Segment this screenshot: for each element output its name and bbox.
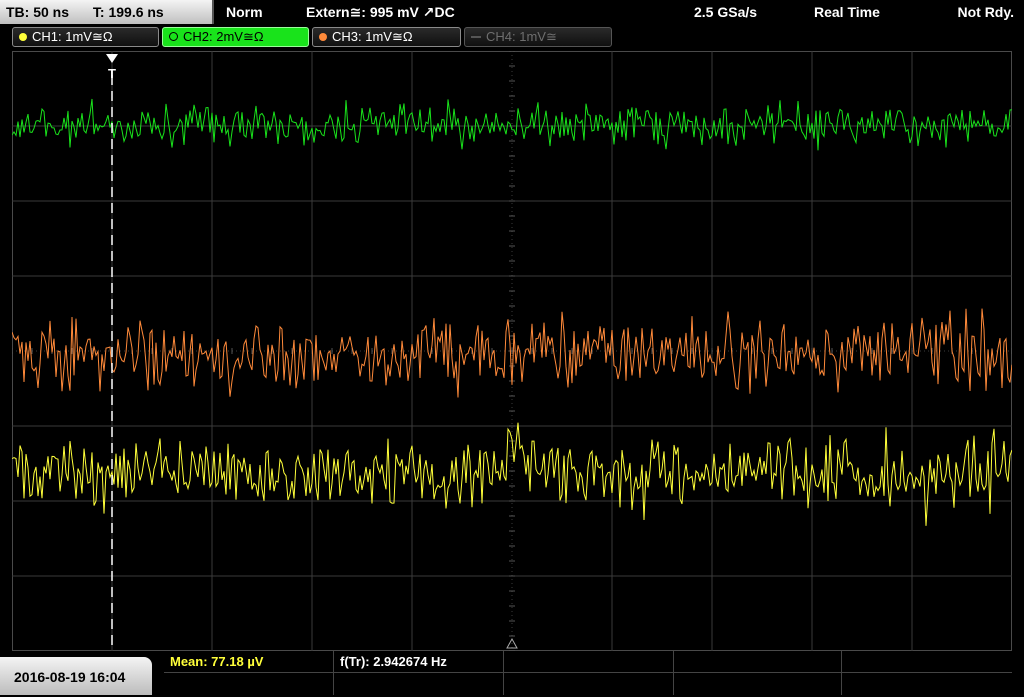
acquisition-mode: Real Time	[814, 4, 880, 20]
timebase-panel[interactable]: TB: 50 ns T: 199.6 ns	[0, 0, 214, 24]
channel-tabs: CH1: 1mV≅Ω CH2: 2mV≅Ω CH3: 1mV≅Ω CH4: 1m…	[0, 24, 1024, 48]
timebase-value: TB: 50 ns	[6, 4, 70, 20]
channel-2-tab[interactable]: CH2: 2mV≅Ω	[162, 27, 309, 47]
status-bar: TB: 50 ns T: 199.6 ns Norm Extern≅: 995 …	[0, 0, 1024, 24]
trigger-source: Extern≅: 995 mV ↗DC	[306, 4, 455, 20]
channel-3-label: CH3: 1mV≅Ω	[332, 29, 413, 44]
channel-1-indicator-icon	[19, 32, 27, 41]
trigger-panel[interactable]: Norm Extern≅: 995 mV ↗DC 2.5 GSa/s Real …	[216, 0, 1024, 24]
channel-3-indicator-icon	[319, 32, 327, 41]
acquisition-status: Not Rdy.	[957, 4, 1014, 20]
datetime-display: 2016-08-19 16:04	[0, 657, 152, 695]
graticule-grid	[12, 51, 1012, 651]
measurement-slot-10[interactable]	[842, 673, 1012, 695]
measurement-slot-8[interactable]	[504, 673, 674, 695]
sample-rate: 2.5 GSa/s	[694, 4, 758, 20]
channel-2-trace	[12, 98, 1012, 151]
bottom-bar: 2016-08-19 16:04 Mean: 77.18 µV f(Tr): 2…	[0, 651, 1024, 695]
channel-4-label: CH4: 1mV≅	[486, 29, 557, 44]
channel-1-tab[interactable]: CH1: 1mV≅Ω	[12, 27, 159, 47]
measurement-slot-4[interactable]	[674, 651, 842, 673]
channel-1-label: CH1: 1mV≅Ω	[32, 29, 113, 44]
channel-4-indicator-icon	[471, 35, 481, 38]
trigger-mode: Norm	[226, 4, 263, 20]
channel-2-indicator-icon	[169, 32, 178, 42]
channel-2-label: CH2: 2mV≅Ω	[183, 29, 264, 44]
measurement-slot-9[interactable]	[674, 673, 842, 695]
trigger-time-value: T: 199.6 ns	[92, 4, 164, 20]
measurement-table[interactable]: Mean: 77.18 µV f(Tr): 2.942674 Hz	[164, 651, 1012, 695]
trigger-marker-label: T	[108, 66, 116, 81]
measurement-slot-5[interactable]	[842, 651, 1012, 673]
waveform-display[interactable]: T	[12, 51, 1012, 651]
measurement-frequency[interactable]: f(Tr): 2.942674 Hz	[334, 651, 504, 673]
measurement-slot-3[interactable]	[504, 651, 674, 673]
trigger-arrow-icon[interactable]	[106, 54, 118, 63]
measurement-mean[interactable]: Mean: 77.18 µV	[164, 651, 334, 673]
channel-4-tab[interactable]: CH4: 1mV≅	[464, 27, 612, 47]
channel-3-tab[interactable]: CH3: 1mV≅Ω	[312, 27, 461, 47]
channel-1-trace	[12, 422, 1012, 526]
measurement-slot-7[interactable]	[334, 673, 504, 695]
waveform-svg: T	[12, 51, 1012, 651]
measurement-slot-6[interactable]	[164, 673, 334, 695]
